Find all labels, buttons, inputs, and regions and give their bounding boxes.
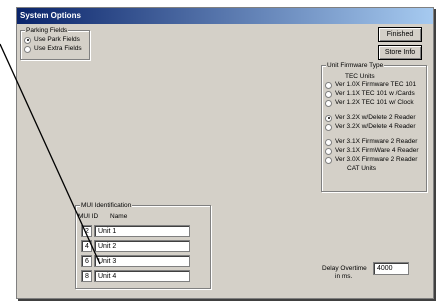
delay-unit-label: in ms. bbox=[335, 273, 353, 280]
radio-unselected-icon bbox=[325, 99, 332, 107]
mui-id-field[interactable]: 8 bbox=[81, 270, 92, 282]
firmware-option-label: Ver 3.2X w/Delete 2 Reader bbox=[335, 114, 416, 121]
firmware-option-ver-3-2x-delete-2[interactable]: Ver 3.2X w/Delete 2 Reader bbox=[325, 114, 416, 122]
unit-name-field[interactable]: Unit 1 bbox=[94, 225, 190, 237]
name-column-header: Name bbox=[110, 213, 128, 220]
cat-units-header: CAT Units bbox=[347, 165, 377, 172]
window-title: System Options bbox=[17, 8, 433, 24]
radio-unselected-icon bbox=[325, 81, 332, 89]
mui-id-column-header: MUI ID bbox=[78, 213, 99, 220]
mui-identification-group: MUI Identification MUI ID Name 2 Unit 1 … bbox=[75, 201, 211, 289]
firmware-option-ver-3-1x-2-reader[interactable]: Ver 3.1X Firmware 2 Reader bbox=[325, 138, 417, 146]
firmware-option-ver-3-1x-4-reader[interactable]: Ver 3.1X FirmWare 4 Reader bbox=[325, 147, 419, 155]
tec-units-header: TEC Units bbox=[345, 73, 375, 80]
radio-selected-icon bbox=[24, 36, 31, 44]
system-options-window: System Options Parking Fields Use Park F… bbox=[16, 7, 434, 299]
firmware-option-label: Ver 3.1X FirmWare 4 Reader bbox=[335, 147, 419, 154]
firmware-option-label: Ver 3.0X Firmware 2 Reader bbox=[335, 156, 418, 163]
delay-overtime-label: Delay Overtime bbox=[322, 265, 367, 272]
mui-id-field[interactable]: 2 bbox=[81, 225, 92, 237]
firmware-type-group: Unit Firmware Type TEC Units Ver 1.0X Fi… bbox=[321, 61, 427, 192]
firmware-option-ver-3-0x-2-reader[interactable]: Ver 3.0X Firmware 2 Reader bbox=[325, 156, 417, 164]
radio-unselected-icon bbox=[325, 156, 332, 164]
unit-name-field[interactable]: Unit 2 bbox=[94, 240, 190, 252]
use-park-fields-label: Use Park Fields bbox=[34, 36, 80, 43]
firmware-option-label: Ver 1.0X Firmware TEC 101 bbox=[335, 81, 417, 88]
store-info-button[interactable]: Store Info bbox=[378, 45, 422, 60]
radio-unselected-icon bbox=[24, 45, 31, 53]
firmware-option-ver-1-0x[interactable]: Ver 1.0X Firmware TEC 101 bbox=[325, 81, 416, 89]
unit-name-field[interactable]: Unit 4 bbox=[94, 270, 190, 282]
firmware-option-label: Ver 3.2X w/Delete 4 Reader bbox=[335, 123, 416, 130]
mui-identification-legend: MUI Identification bbox=[80, 201, 133, 210]
firmware-option-label: Ver 1.2X TEC 101 w/ Clock bbox=[335, 99, 414, 106]
radio-unselected-icon bbox=[325, 138, 332, 146]
firmware-option-label: Ver 1.1X TEC 101 w /Cards bbox=[335, 90, 415, 97]
firmware-option-label: Ver 3.1X Firmware 2 Reader bbox=[335, 138, 418, 145]
radio-unselected-icon bbox=[325, 123, 332, 131]
firmware-option-ver-3-2x-delete-4[interactable]: Ver 3.2X w/Delete 4 Reader bbox=[325, 123, 416, 131]
use-extra-fields-radio[interactable]: Use Extra Fields bbox=[24, 45, 82, 53]
firmware-option-ver-1-2x[interactable]: Ver 1.2X TEC 101 w/ Clock bbox=[325, 99, 414, 107]
parking-fields-group: Parking Fields Use Park Fields Use Extra… bbox=[20, 26, 90, 60]
mui-id-field[interactable]: 4 bbox=[81, 240, 92, 252]
radio-unselected-icon bbox=[325, 147, 332, 155]
radio-selected-icon bbox=[325, 114, 332, 122]
parking-fields-legend: Parking Fields bbox=[25, 26, 69, 35]
unit-name-field[interactable]: Unit 3 bbox=[94, 255, 190, 267]
use-park-fields-radio[interactable]: Use Park Fields bbox=[24, 36, 80, 44]
use-extra-fields-label: Use Extra Fields bbox=[34, 45, 82, 52]
firmware-option-ver-1-1x[interactable]: Ver 1.1X TEC 101 w /Cards bbox=[325, 90, 415, 98]
firmware-type-legend: Unit Firmware Type bbox=[326, 61, 385, 70]
radio-unselected-icon bbox=[325, 90, 332, 98]
finished-button[interactable]: Finished bbox=[378, 27, 422, 42]
delay-overtime-input[interactable]: 4000 bbox=[373, 262, 409, 275]
mui-id-field[interactable]: 6 bbox=[81, 255, 92, 267]
